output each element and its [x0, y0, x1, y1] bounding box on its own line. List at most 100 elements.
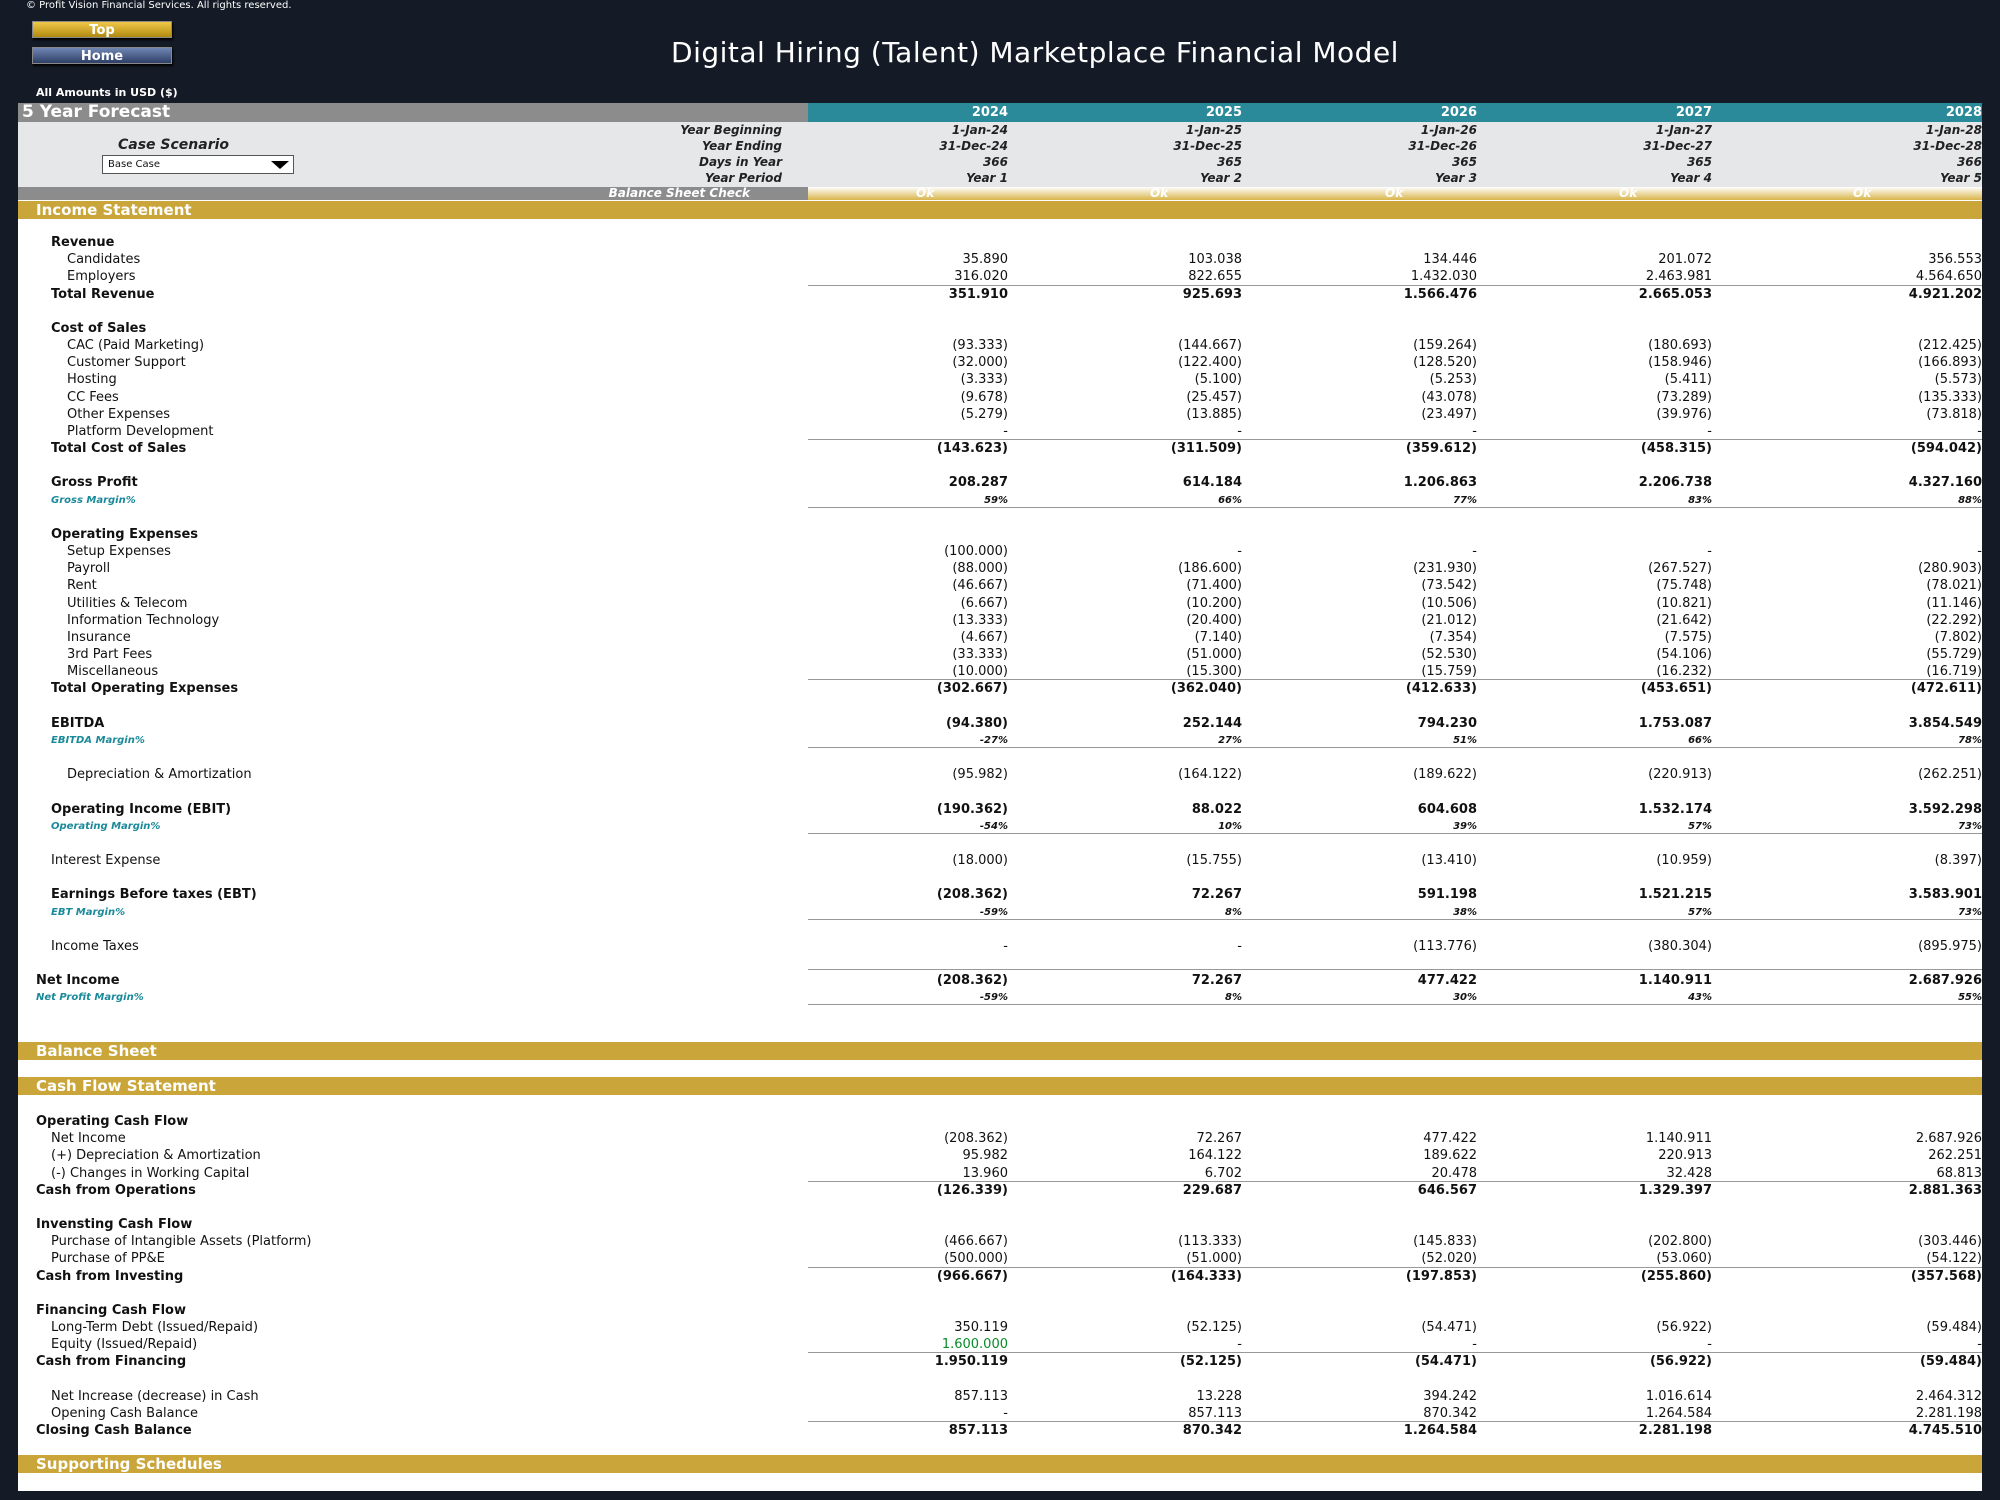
value-cell[interactable]: 4.327.160	[1782, 474, 1982, 491]
value-cell[interactable]: 1.329.397	[1512, 1182, 1712, 1199]
value-cell[interactable]: (51.000)	[1042, 646, 1242, 663]
value-cell[interactable]: 1.140.911	[1512, 972, 1712, 989]
value-cell[interactable]: (594.042)	[1782, 440, 1982, 457]
value-cell[interactable]: (189.622)	[1277, 766, 1477, 783]
value-cell[interactable]: (54.122)	[1782, 1250, 1982, 1267]
value-cell[interactable]: 1.566.476	[1277, 286, 1477, 303]
value-cell[interactable]: 134.446	[1277, 251, 1477, 268]
value-cell[interactable]: (10.959)	[1512, 852, 1712, 869]
value-cell[interactable]: -	[1042, 423, 1242, 440]
value-cell[interactable]: (472.611)	[1782, 680, 1982, 697]
supporting-schedules-header[interactable]: Supporting Schedules	[18, 1455, 1982, 1473]
value-cell[interactable]: (113.333)	[1042, 1233, 1242, 1250]
value-cell[interactable]: (46.667)	[808, 577, 1008, 594]
value-cell[interactable]: -	[808, 938, 1008, 955]
dropdown-arrow-icon[interactable]	[271, 161, 289, 169]
value-cell[interactable]: (5.573)	[1782, 371, 1982, 388]
value-cell[interactable]: 857.113	[808, 1388, 1008, 1405]
value-cell[interactable]: (5.253)	[1277, 371, 1477, 388]
value-cell[interactable]: (88.000)	[808, 560, 1008, 577]
value-cell[interactable]: (197.853)	[1277, 1268, 1477, 1285]
value-cell[interactable]: (458.315)	[1512, 440, 1712, 457]
value-cell[interactable]: (5.411)	[1512, 371, 1712, 388]
value-cell[interactable]: 3.854.549	[1782, 715, 1982, 732]
value-cell[interactable]: -	[1277, 423, 1477, 440]
value-cell[interactable]: (16.232)	[1512, 663, 1712, 680]
value-cell[interactable]: 2.881.363	[1782, 1182, 1982, 1199]
value-cell[interactable]: (10.506)	[1277, 595, 1477, 612]
value-cell[interactable]: (10.200)	[1042, 595, 1242, 612]
value-cell[interactable]: 4.921.202	[1782, 286, 1982, 303]
value-cell[interactable]: 1.600.000	[808, 1336, 1008, 1353]
value-cell[interactable]: (357.568)	[1782, 1268, 1982, 1285]
value-cell[interactable]: (3.333)	[808, 371, 1008, 388]
value-cell[interactable]: 2.464.312	[1782, 1388, 1982, 1405]
value-cell[interactable]: (255.860)	[1512, 1268, 1712, 1285]
home-button[interactable]: Home	[32, 47, 172, 64]
value-cell[interactable]: 32.428	[1512, 1165, 1713, 1182]
value-cell[interactable]: (73.289)	[1512, 389, 1712, 406]
value-cell[interactable]: (13.333)	[808, 612, 1008, 629]
value-cell[interactable]: (231.930)	[1277, 560, 1477, 577]
value-cell[interactable]: (20.400)	[1042, 612, 1242, 629]
value-cell[interactable]: 35.890	[808, 251, 1009, 268]
value-cell[interactable]: 252.144	[1042, 715, 1242, 732]
value-cell[interactable]: 2.281.198	[1512, 1422, 1712, 1439]
value-cell[interactable]: (95.982)	[808, 766, 1008, 783]
value-cell[interactable]: 646.567	[1277, 1182, 1477, 1199]
value-cell[interactable]: (15.300)	[1042, 663, 1242, 680]
value-cell[interactable]: (302.667)	[808, 680, 1008, 697]
value-cell[interactable]: (56.922)	[1512, 1353, 1712, 1370]
value-cell[interactable]: 72.267	[1042, 972, 1242, 989]
value-cell[interactable]: -	[1042, 543, 1242, 560]
value-cell[interactable]: (33.333)	[808, 646, 1008, 663]
value-cell[interactable]: (280.903)	[1782, 560, 1982, 577]
value-cell[interactable]: 4.745.510	[1782, 1422, 1982, 1439]
value-cell[interactable]: -	[808, 1405, 1008, 1422]
value-cell[interactable]: (380.304)	[1512, 938, 1712, 955]
case-scenario-dropdown[interactable]: Base Case	[102, 155, 294, 174]
value-cell[interactable]: (5.100)	[1042, 371, 1242, 388]
value-cell[interactable]: (23.497)	[1277, 406, 1477, 423]
value-cell[interactable]: (54.471)	[1277, 1319, 1477, 1336]
value-cell[interactable]: (362.040)	[1042, 680, 1242, 697]
value-cell[interactable]: (78.021)	[1782, 577, 1982, 594]
value-cell[interactable]: 477.422	[1277, 972, 1477, 989]
value-cell[interactable]: (143.623)	[808, 440, 1008, 457]
value-cell[interactable]: (164.333)	[1042, 1268, 1242, 1285]
value-cell[interactable]: 1.950.119	[808, 1353, 1008, 1370]
value-cell[interactable]: 2.687.926	[1782, 1130, 1982, 1147]
value-cell[interactable]: (311.509)	[1042, 440, 1242, 457]
value-cell[interactable]: 88.022	[1042, 801, 1242, 818]
value-cell[interactable]: (262.251)	[1782, 766, 1982, 783]
value-cell[interactable]: (53.060)	[1512, 1250, 1712, 1267]
value-cell[interactable]: 2.687.926	[1782, 972, 1982, 989]
value-cell[interactable]: (303.446)	[1782, 1233, 1982, 1250]
value-cell[interactable]: -	[1512, 423, 1712, 440]
value-cell[interactable]: (9.678)	[808, 389, 1008, 406]
value-cell[interactable]: (15.759)	[1277, 663, 1477, 680]
value-cell[interactable]: (73.542)	[1277, 577, 1477, 594]
value-cell[interactable]: 13.228	[1042, 1388, 1243, 1405]
balance-sheet-header[interactable]: Balance Sheet	[18, 1042, 1982, 1060]
value-cell[interactable]: 208.287	[808, 474, 1008, 491]
value-cell[interactable]: 870.342	[1277, 1405, 1477, 1422]
value-cell[interactable]: 604.608	[1277, 801, 1477, 818]
value-cell[interactable]: 2.665.053	[1512, 286, 1712, 303]
value-cell[interactable]: 164.122	[1042, 1147, 1242, 1164]
value-cell[interactable]: 3.583.901	[1782, 886, 1982, 903]
value-cell[interactable]: (52.125)	[1042, 1353, 1242, 1370]
value-cell[interactable]: (208.362)	[808, 886, 1008, 903]
value-cell[interactable]: -	[1042, 938, 1242, 955]
value-cell[interactable]: (54.106)	[1512, 646, 1712, 663]
value-cell[interactable]: -	[808, 423, 1008, 440]
value-cell[interactable]: (59.484)	[1782, 1353, 1982, 1370]
value-cell[interactable]: (21.642)	[1512, 612, 1712, 629]
value-cell[interactable]: 1.264.584	[1512, 1405, 1712, 1422]
value-cell[interactable]: (75.748)	[1512, 577, 1712, 594]
value-cell[interactable]: 857.113	[808, 1422, 1008, 1439]
value-cell[interactable]: 614.184	[1042, 474, 1242, 491]
value-cell[interactable]: (7.140)	[1042, 629, 1242, 646]
value-cell[interactable]: -	[1782, 423, 1982, 440]
value-cell[interactable]: 201.072	[1512, 251, 1712, 268]
